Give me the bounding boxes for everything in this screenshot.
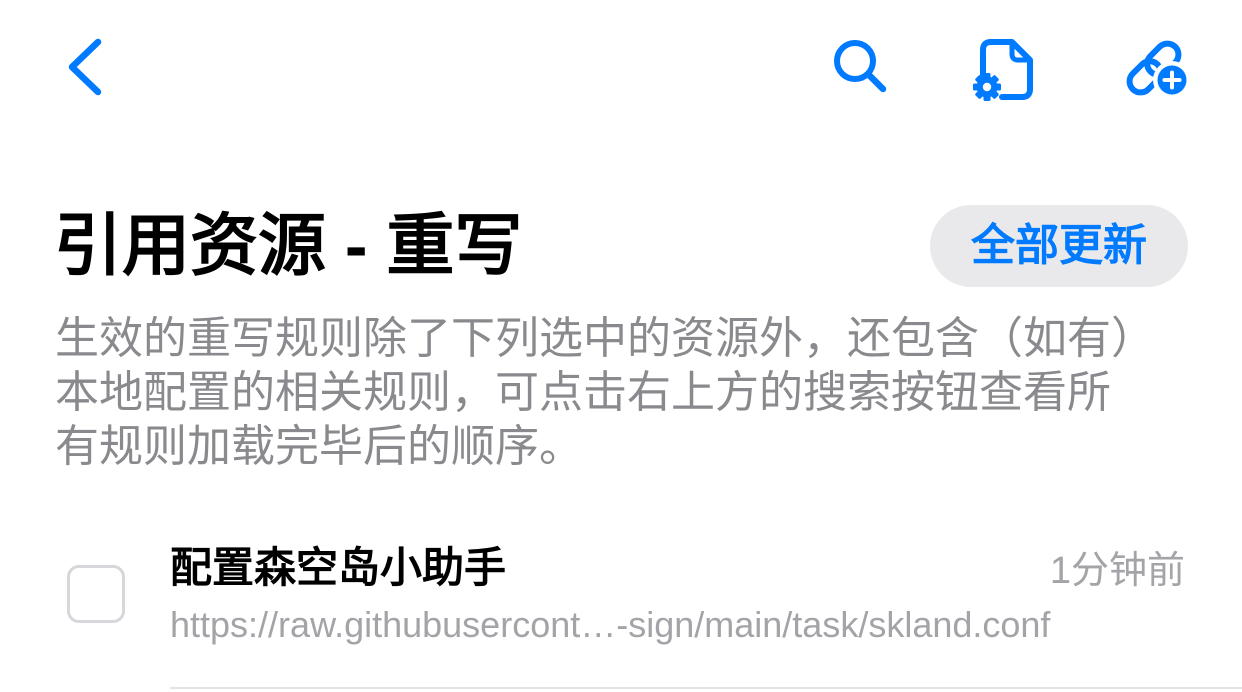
plus-badge — [1153, 61, 1191, 99]
description-line: 生效的重写规则除了下列选中的资源外，还包含（如有） — [55, 314, 1155, 363]
gear-badge — [973, 73, 1001, 101]
search-icon — [834, 40, 887, 93]
resource-url: https://raw.githubusercont…-sign/main/ta… — [170, 604, 1051, 645]
description: 生效的重写规则除了下列选中的资源外，还包含（如有） 本地配置的相关规则，可点击右… — [55, 312, 1205, 474]
resource-name: 配置森空岛小助手 — [170, 544, 507, 591]
resource-checkbox[interactable] — [67, 565, 125, 623]
chevron-left-icon — [68, 38, 102, 96]
back-button[interactable] — [58, 30, 114, 104]
update-all-button[interactable]: 全部更新 — [930, 205, 1188, 287]
search-button[interactable] — [826, 32, 894, 100]
document-gear-icon — [973, 39, 1033, 101]
rewrite-settings-button[interactable] — [964, 34, 1036, 104]
page-title: 引用资源 - 重写 — [54, 208, 523, 284]
list-divider — [170, 687, 1242, 689]
nav-bar — [0, 0, 1242, 130]
link-plus-icon — [1126, 40, 1191, 99]
resource-list-item[interactable]: 配置森空岛小助手 1分钟前 https://raw.githubusercont… — [0, 530, 1242, 689]
description-line: 本地配置的相关规则，可点击右上方的搜索按钮查看所 — [55, 368, 1111, 417]
resource-updated-time: 1分钟前 — [1049, 550, 1185, 592]
add-resource-button[interactable] — [1118, 32, 1196, 102]
description-line: 有规则加载完毕后的顺序。 — [55, 422, 583, 471]
page: { "nav": { "back": { "icon": "chevron-le… — [0, 0, 1242, 692]
